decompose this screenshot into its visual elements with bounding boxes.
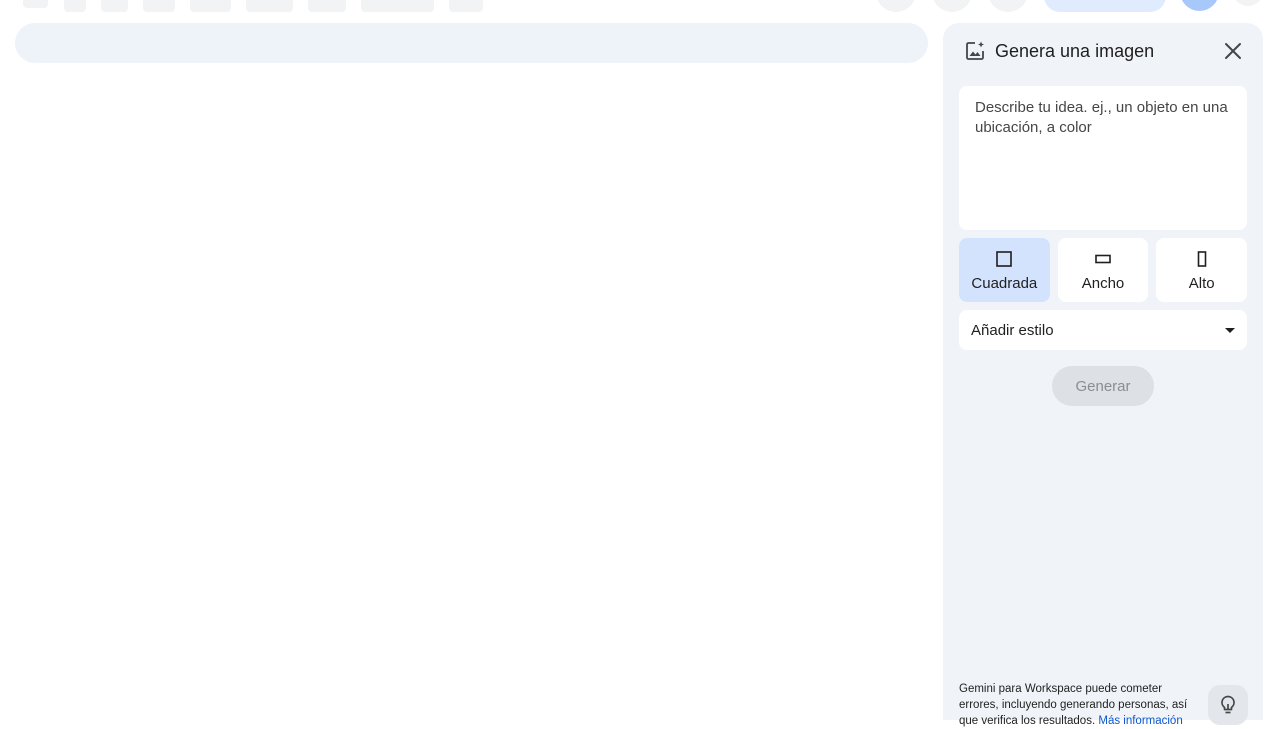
skeleton-pill xyxy=(1044,0,1166,12)
skeleton-block xyxy=(143,0,175,12)
close-icon xyxy=(1225,43,1241,59)
skeleton-block xyxy=(101,0,128,12)
skeleton-block xyxy=(246,0,293,12)
square-icon xyxy=(996,249,1013,269)
aspect-option-tall[interactable]: Alto xyxy=(1156,238,1248,302)
aspect-option-label: Ancho xyxy=(1081,274,1125,292)
disclaimer: Gemini para Workspace puede cometer erro… xyxy=(959,681,1199,729)
portrait-icon xyxy=(1197,249,1207,269)
skeleton-block xyxy=(190,0,231,12)
caret-down-icon xyxy=(1225,321,1235,339)
style-dropdown-label: Añadir estilo xyxy=(971,321,1054,339)
close-button[interactable] xyxy=(1219,37,1247,65)
skeleton-block xyxy=(449,0,483,12)
aspect-option-label: Alto xyxy=(1188,274,1215,292)
skeleton-block xyxy=(64,0,86,12)
search-bar-skeleton xyxy=(15,23,928,63)
panel-title: Genera una imagen xyxy=(995,40,1155,61)
image-sparkle-icon xyxy=(963,39,987,63)
avatar xyxy=(1180,0,1219,11)
generate-button[interactable]: Generar xyxy=(1052,366,1154,406)
style-dropdown[interactable]: Añadir estilo xyxy=(959,310,1247,350)
learn-more-link[interactable]: Más información xyxy=(1098,715,1182,727)
skeleton-block xyxy=(23,0,48,8)
skeleton-block xyxy=(361,0,434,12)
aspect-option-label: Cuadrada xyxy=(971,274,1038,292)
panel-header: Genera una imagen xyxy=(963,37,1247,65)
image-generation-panel: Genera una imagen Cuadrada Ancho Alto xyxy=(943,23,1263,727)
skeleton-block xyxy=(308,0,346,12)
aspect-ratio-selector: Cuadrada Ancho Alto xyxy=(959,238,1248,302)
tips-button[interactable] xyxy=(1208,685,1248,725)
skeleton-circle xyxy=(988,0,1028,12)
landscape-icon xyxy=(1095,249,1111,269)
aspect-option-wide[interactable]: Ancho xyxy=(1057,238,1149,302)
skeleton-circle xyxy=(932,0,972,12)
skeleton-circle xyxy=(1233,0,1263,6)
skeleton-circle xyxy=(876,0,916,12)
prompt-input[interactable] xyxy=(959,86,1247,230)
aspect-option-square[interactable]: Cuadrada xyxy=(959,238,1050,302)
lightbulb-icon xyxy=(1221,695,1235,714)
